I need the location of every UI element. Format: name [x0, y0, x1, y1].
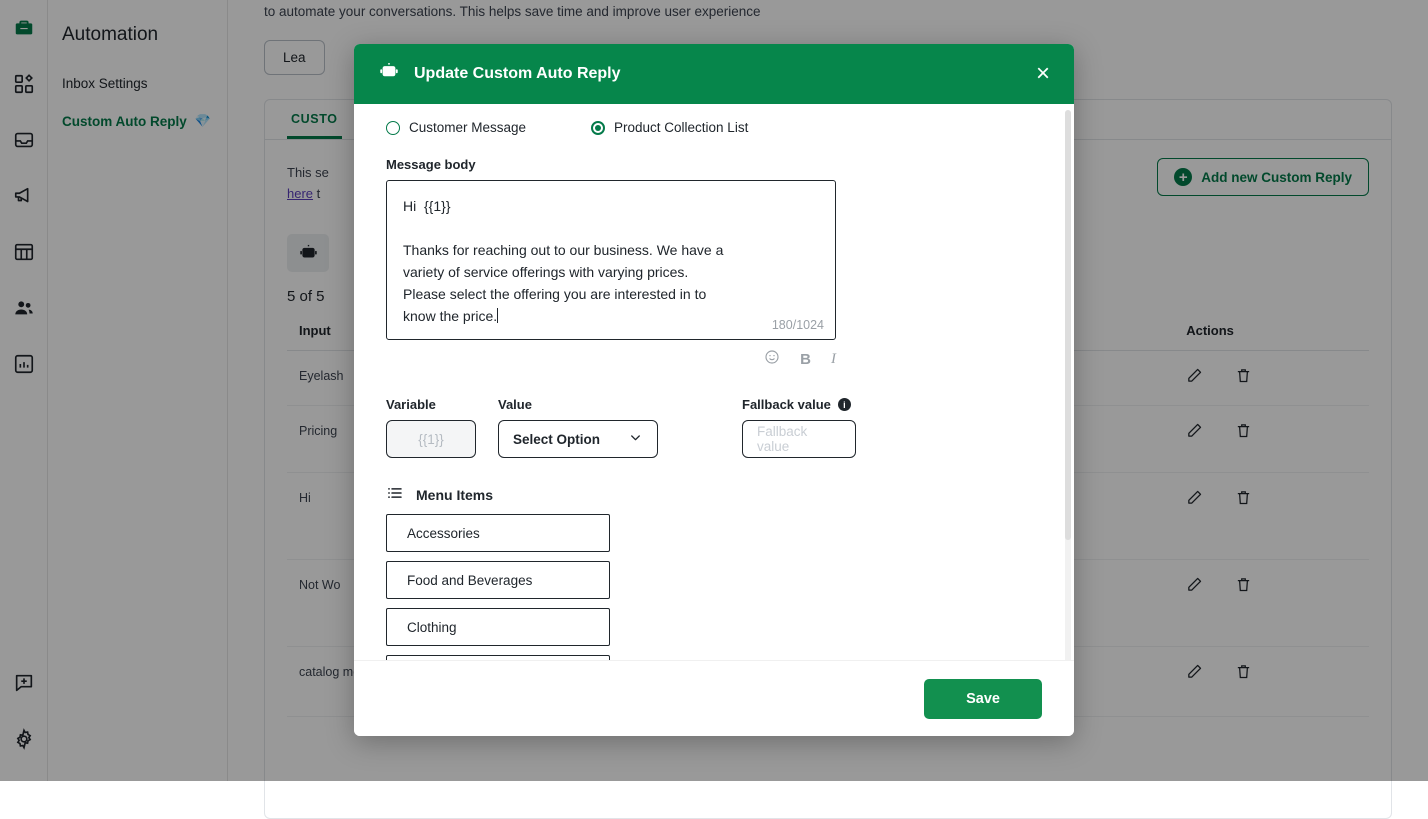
variable-input: {{1}} [386, 420, 476, 458]
bot-icon [378, 61, 400, 88]
italic-button[interactable]: I [831, 351, 836, 368]
menu-item-input[interactable]: Food and Beverages [386, 561, 610, 599]
bold-button[interactable]: B [800, 351, 811, 368]
formatting-toolbar: B I [386, 349, 836, 369]
menu-item-label: Food and Beverages [407, 572, 533, 588]
reply-type-radio-group: Customer Message Product Collection List [386, 120, 1042, 135]
close-icon[interactable]: × [1036, 62, 1050, 86]
fallback-column: Fallback value i Fallback value [742, 397, 856, 458]
variable-column: Variable {{1}} [386, 397, 476, 458]
modal-footer: Save [354, 660, 1074, 736]
menu-item-input[interactable]: Accessories [386, 514, 610, 552]
radio-button-selected [591, 120, 605, 135]
radio-customer-message[interactable]: Customer Message [386, 120, 591, 135]
value-label: Value [498, 397, 532, 412]
fallback-label-text: Fallback value [742, 397, 831, 412]
variable-section: Variable {{1}} Value Select Option Fallb… [386, 397, 1042, 458]
modal-body: Customer Message Product Collection List… [354, 104, 1074, 660]
variable-value: {{1}} [418, 431, 444, 447]
radio-button [386, 120, 400, 135]
menu-item-input[interactable]: Clothing [386, 608, 610, 646]
value-selected-option: Select Option [513, 431, 601, 447]
save-button[interactable]: Save [924, 678, 1042, 719]
chevron-down-icon [628, 430, 643, 448]
message-body-label: Message body [386, 157, 476, 172]
modal-scrollbar-thumb[interactable] [1065, 110, 1071, 540]
menu-items-label: Menu Items [416, 486, 494, 503]
message-body-text: Hi {{1}} Thanks for reaching out to our … [403, 198, 724, 324]
fallback-input[interactable]: Fallback value [742, 420, 856, 458]
value-column: Value Select Option [498, 397, 658, 458]
radio-label: Product Collection List [614, 120, 749, 135]
radio-label: Customer Message [409, 120, 527, 135]
value-select[interactable]: Select Option [498, 420, 658, 458]
menu-item-input[interactable]: Jewellery [386, 655, 610, 660]
message-body-input[interactable]: Hi {{1}} Thanks for reaching out to our … [386, 180, 836, 340]
character-counter: 180/1024 [771, 318, 824, 332]
menu-items-list: Accessories Food and Beverages Clothing … [386, 514, 1042, 660]
menu-items-header: Menu Items [386, 484, 1042, 505]
text-caret [497, 308, 499, 323]
menu-item-label: Clothing [407, 619, 457, 635]
fallback-label: Fallback value i [742, 397, 856, 412]
message-body-wrapper: Hi {{1}} Thanks for reaching out to our … [386, 180, 836, 340]
fallback-placeholder: Fallback value [757, 424, 808, 454]
list-icon [386, 484, 404, 505]
update-custom-auto-reply-modal: Update Custom Auto Reply × Customer Mess… [354, 44, 1074, 736]
info-icon[interactable]: i [837, 398, 851, 411]
modal-title: Update Custom Auto Reply [414, 65, 621, 82]
radio-product-collection-list[interactable]: Product Collection List [591, 120, 748, 135]
menu-item-label: Accessories [407, 525, 480, 541]
emoji-icon[interactable] [764, 349, 780, 369]
modal-header: Update Custom Auto Reply × [354, 44, 1074, 104]
variable-label: Variable [386, 397, 436, 412]
